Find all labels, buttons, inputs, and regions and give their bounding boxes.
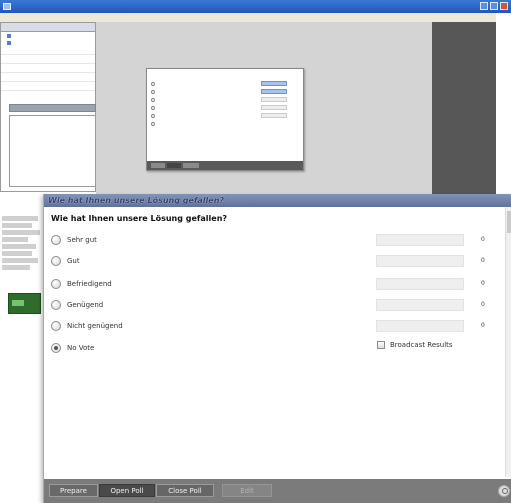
menu-bar [0, 13, 511, 22]
preview-option-row [151, 89, 301, 95]
search-icon[interactable] [498, 485, 510, 497]
edit-button[interactable]: Edit [222, 484, 272, 497]
dialog-footer-toolbar: Prepare Open Poll Close Poll Edit [44, 479, 511, 503]
panel-divider [1, 64, 95, 73]
tree-item[interactable] [1, 39, 95, 46]
option-label: Sehr gut [67, 236, 97, 244]
preview-field [261, 97, 287, 102]
poll-option-row[interactable]: Nicht genügend 0 [51, 320, 491, 332]
preview-option-row [151, 113, 301, 119]
poll-dialog: Wie hat Ihnen unsere Lösung gefallen? Wi… [43, 194, 511, 503]
open-poll-button[interactable]: Open Poll [99, 484, 155, 497]
result-count: 0 [481, 257, 485, 264]
result-count: 0 [481, 301, 485, 308]
window-icon [3, 3, 11, 10]
dialog-titlebar[interactable]: Wie hat Ihnen unsere Lösung gefallen? [44, 194, 511, 207]
preview-footer-tab [167, 163, 181, 168]
properties-panel [9, 115, 96, 187]
radio-icon [151, 82, 155, 86]
result-bar [376, 299, 464, 311]
result-count: 0 [481, 236, 485, 243]
option-label: Nicht genügend [67, 322, 123, 330]
scrollbar-thumb[interactable] [507, 211, 511, 233]
radio-button[interactable] [51, 300, 61, 310]
radio-icon [151, 122, 155, 126]
dialog-title: Wie hat Ihnen unsere Lösung gefallen? [48, 196, 225, 205]
broadcast-results-checkbox[interactable]: Broadcast Results [377, 339, 487, 351]
right-strip [496, 13, 511, 194]
radio-icon [151, 114, 155, 118]
green-thumbnail[interactable] [8, 293, 41, 314]
preview-field [261, 89, 287, 94]
maximize-button[interactable] [490, 2, 498, 10]
preview-option-row [151, 105, 301, 111]
preview-option-row [151, 121, 301, 127]
properties-header [9, 104, 96, 112]
panel-divider [1, 46, 95, 55]
radio-button-checked[interactable] [51, 343, 61, 353]
close-window-button[interactable] [500, 2, 508, 10]
preview-field [261, 113, 287, 118]
preview-field [261, 81, 287, 86]
result-bar [376, 278, 464, 290]
option-label: No Vote [67, 344, 95, 352]
app-titlebar [0, 0, 511, 13]
checkbox-icon[interactable] [377, 341, 385, 349]
preview-footer-tab [183, 163, 199, 168]
preview-option-row [151, 97, 301, 103]
radio-button[interactable] [51, 321, 61, 331]
radio-button[interactable] [51, 256, 61, 266]
preview-option-row [151, 81, 301, 87]
radio-button[interactable] [51, 279, 61, 289]
minimize-button[interactable] [480, 2, 488, 10]
explorer-header [1, 23, 95, 32]
close-poll-button[interactable]: Close Poll [156, 484, 214, 497]
broadcast-results-label: Broadcast Results [390, 341, 453, 349]
result-bar [376, 255, 464, 267]
bottom-left-text [0, 214, 42, 282]
option-label: Genügend [67, 301, 104, 309]
result-count: 0 [481, 280, 485, 287]
page-icon [7, 40, 11, 45]
panel-divider [1, 73, 95, 82]
result-count: 0 [481, 322, 485, 329]
prepare-button[interactable]: Prepare [49, 484, 98, 497]
poll-option-row[interactable]: Sehr gut 0 [51, 234, 491, 246]
radio-icon [151, 90, 155, 94]
option-label: Befriedigend [67, 280, 112, 288]
preview-footer [147, 161, 303, 170]
poll-option-row[interactable]: Gut 0 [51, 255, 491, 267]
side-dark-panel [432, 22, 496, 194]
poll-option-row[interactable]: Genügend 0 [51, 299, 491, 311]
window-controls [480, 2, 508, 10]
poll-preview-card[interactable] [146, 68, 304, 171]
preview-field [261, 105, 287, 110]
radio-icon [151, 98, 155, 102]
panel-divider [1, 55, 95, 64]
poll-option-row[interactable]: Befriedigend 0 [51, 278, 491, 290]
tree-item[interactable] [1, 32, 95, 39]
radio-icon [151, 106, 155, 110]
radio-button[interactable] [51, 235, 61, 245]
preview-footer-tab [151, 163, 165, 168]
option-label: Gut [67, 257, 80, 265]
panel-divider [1, 82, 95, 91]
dialog-scrollbar[interactable] [505, 207, 511, 477]
result-bar [376, 320, 464, 332]
result-bar [376, 234, 464, 246]
poll-question: Wie hat Ihnen unsere Lösung gefallen? [51, 214, 228, 223]
page-icon [7, 33, 11, 38]
